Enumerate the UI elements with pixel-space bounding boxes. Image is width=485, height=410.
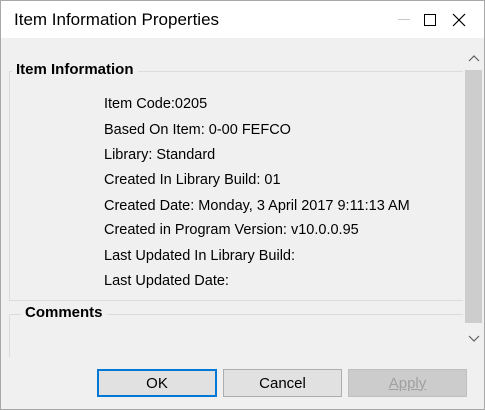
- comments-heading: Comments: [21, 304, 107, 321]
- last-updated-date-text: Last Updated Date:: [104, 273, 229, 289]
- title-bar[interactable]: Item Information Properties: [1, 1, 484, 38]
- apply-button-label: Apply: [388, 374, 427, 392]
- vertical-scrollbar[interactable]: [463, 38, 484, 357]
- close-icon: [452, 13, 466, 26]
- close-button[interactable]: [441, 1, 477, 38]
- ok-button[interactable]: OK: [97, 369, 217, 397]
- chevron-up-icon: [468, 55, 479, 62]
- created-program-version-text: Created in Program Version: v10.0.0.95: [104, 222, 359, 238]
- created-date-text: Created Date: Monday, 3 April 2017 9:11:…: [104, 198, 410, 214]
- based-on-item-text: Based On Item: 0-00 FEFCO: [104, 122, 291, 138]
- library-text: Library: Standard: [104, 147, 216, 163]
- last-updated-library-build-text: Last Updated In Library Build:: [104, 248, 296, 264]
- ok-button-label: OK: [146, 374, 168, 392]
- item-information-heading: Item Information: [12, 61, 138, 78]
- created-library-build-text: Created In Library Build: 01: [104, 172, 281, 188]
- cancel-button[interactable]: Cancel: [223, 369, 342, 397]
- apply-button[interactable]: Apply: [348, 369, 467, 397]
- minimize-icon: [398, 19, 410, 20]
- properties-dialog: Item Information Properties Item Informa…: [0, 0, 485, 410]
- maximize-icon: [424, 13, 436, 26]
- item-code-text: Item Code:0205: [104, 96, 208, 112]
- properties-content: Item Information Item Code:0205 Based On…: [1, 38, 484, 385]
- cancel-button-label: Cancel: [259, 374, 306, 392]
- dialog-button-bar: OK Cancel Apply: [1, 357, 484, 409]
- scroll-up-button[interactable]: [463, 48, 484, 68]
- chevron-down-icon: [468, 335, 479, 342]
- scroll-down-button[interactable]: [463, 329, 484, 349]
- window-title: Item Information Properties: [14, 10, 220, 29]
- scrollbar-thumb[interactable]: [465, 70, 482, 323]
